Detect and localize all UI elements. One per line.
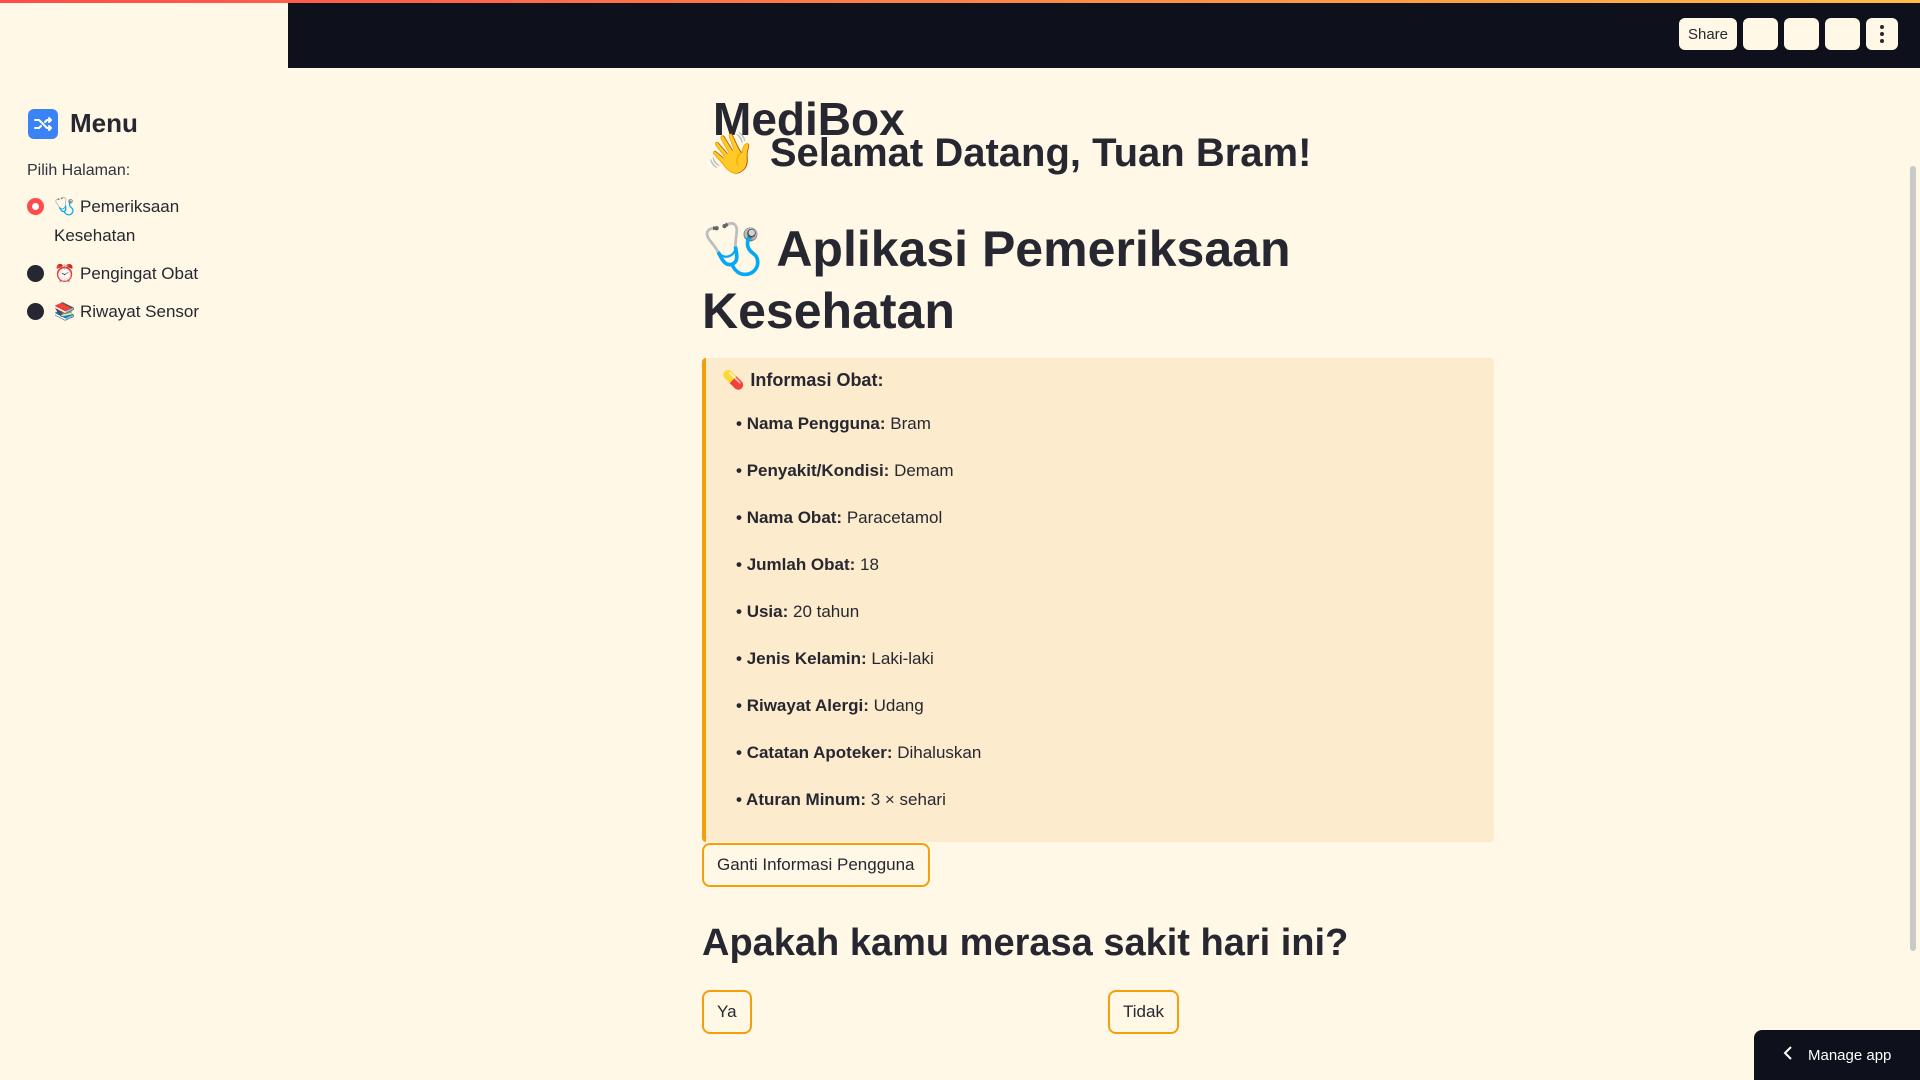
info-key: Nama Pengguna: [746,414,886,433]
question-heading: Apakah kamu merasa sakit hari ini? [702,922,1349,964]
radio-item-label: Pengingat Obat [80,264,199,283]
info-value: 3 × sehari [870,790,946,809]
header-actions: Share [1678,18,1898,50]
page-radio-group: 🩺 Pemeriksaan Kesehatan ⏰ Pengingat Obat 📚… [27,192,277,335]
stethoscope-icon: 🩺 [702,221,765,277]
radio-item-pemeriksaan-kesehatan[interactable]: 🩺 Pemeriksaan Kesehatan [27,192,277,250]
list-item: Catatan Apoteker: Dihaluskan [736,738,1478,767]
radio-item-label: Riwayat Sensor [80,302,200,321]
sidebar-title: Menu [28,108,138,139]
chevron-left-icon [1782,1046,1794,1064]
info-key: Nama Obat: [746,508,843,527]
main-content: MediBox 👋 Selamat Datang, Tuan Bram! 🩺 A… [288,68,1920,1080]
star-button[interactable] [1743,18,1778,50]
greeting-text: Selamat Datang, Tuan Bram! [769,131,1312,175]
more-vertical-icon [1880,25,1884,43]
info-value: 20 tahun [793,602,860,621]
shuffle-icon [28,108,58,139]
info-value: Paracetamol [846,508,943,527]
app-header: Share [288,0,1920,68]
list-item: Riwayat Alergi: Udang [736,691,1478,720]
list-item: Penyakit/Kondisi: Demam [736,456,1478,485]
info-value: Dihaluskan [897,743,982,762]
share-button[interactable]: Share [1678,18,1737,50]
info-key: Usia: [746,602,789,621]
list-item: Nama Pengguna: Bram [736,409,1478,438]
change-user-info-button[interactable]: Ganti Informasi Pengguna [702,843,930,887]
medicine-info-box: 💊 Informasi Obat: Nama Pengguna: Bram Pe… [702,358,1494,842]
list-item: Jenis Kelamin: Laki-laki [736,644,1478,673]
alarm-clock-icon: ⏰ [54,264,76,283]
radio-unselected-icon[interactable] [27,265,44,282]
app-title: 🩺 Aplikasi Pemeriksaan Kesehatan [702,218,1322,342]
main-menu-button[interactable] [1866,18,1898,50]
waving-hand-icon: 👋 [706,132,756,176]
list-item: Jumlah Obat: 18 [736,550,1478,579]
books-icon: 📚 [54,302,76,321]
sidebar-title-label: Menu [70,108,138,138]
radio-item-pengingat-obat[interactable]: ⏰ Pengingat Obat [27,259,277,288]
info-header: 💊 Informasi Obat: [722,370,1478,391]
info-value: 18 [860,555,879,574]
app-title-text: Aplikasi Pemeriksaan Kesehatan [702,221,1291,339]
greeting-heading: 👋 Selamat Datang, Tuan Bram! [706,130,1311,177]
info-list: Nama Pengguna: Bram Penyakit/Kondisi: De… [722,409,1478,814]
info-key: Catatan Apoteker: [746,743,893,762]
stethoscope-icon: 🩺 [54,197,76,216]
info-value: Laki-laki [871,649,934,668]
vertical-scrollbar[interactable] [1910,166,1916,951]
github-button[interactable] [1825,18,1860,50]
list-item: Nama Obat: Paracetamol [736,503,1478,532]
edit-button[interactable] [1784,18,1819,50]
radio-selected-icon[interactable] [27,198,44,215]
pill-icon: 💊 [722,370,745,390]
yes-button[interactable]: Ya [702,990,752,1034]
list-item: Usia: 20 tahun [736,597,1478,626]
radio-unselected-icon[interactable] [27,303,44,320]
info-key: Aturan Minum: [746,790,866,809]
sidebar: Menu Pilih Halaman: 🩺 Pemeriksaan Kesehat… [0,0,288,1080]
radio-item-riwayat-sensor[interactable]: 📚 Riwayat Sensor [27,297,277,326]
info-value: Bram [890,414,931,433]
info-key: Riwayat Alergi: [746,696,869,715]
manage-app-label: Manage app [1808,1046,1892,1064]
no-button[interactable]: Tidak [1108,990,1179,1034]
list-item: Aturan Minum: 3 × sehari [736,785,1478,814]
top-accent-bar [0,0,1920,3]
info-value: Demam [894,461,954,480]
info-key: Jenis Kelamin: [746,649,867,668]
info-key: Jumlah Obat: [746,555,856,574]
info-header-label: Informasi Obat: [750,370,884,390]
info-key: Penyakit/Kondisi: [746,461,890,480]
manage-app-button[interactable]: Manage app [1754,1030,1920,1080]
info-value: Udang [873,696,924,715]
page-select-label: Pilih Halaman: [27,162,131,179]
